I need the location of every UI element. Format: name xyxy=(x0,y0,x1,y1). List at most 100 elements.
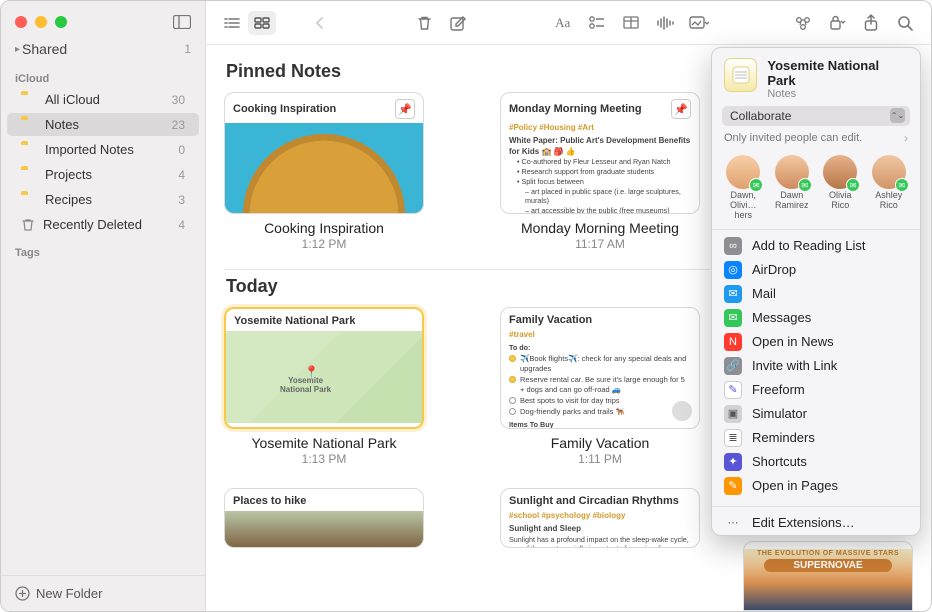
media-button[interactable] xyxy=(685,11,713,35)
sidebar-item-count: 23 xyxy=(172,118,185,132)
search-button[interactable] xyxy=(891,11,919,35)
share-action[interactable]: ✉Messages xyxy=(712,306,920,330)
share-mode-select[interactable]: Collaborate ⌃⌄ xyxy=(722,106,910,126)
share-permissions-row[interactable]: Only invited people can edit. › xyxy=(712,126,920,153)
audio-button[interactable] xyxy=(651,11,679,35)
action-icon: ✎ xyxy=(724,477,742,495)
sidebar-item-count: 0 xyxy=(178,143,185,157)
share-contact[interactable]: ✉Ashley Rico xyxy=(868,155,911,221)
note-card-hike[interactable]: Places to hike xyxy=(224,488,424,548)
sidebar-item-count: 3 xyxy=(178,193,185,207)
share-button[interactable] xyxy=(857,11,885,35)
tags-label: Tags xyxy=(1,237,205,261)
note-thumbnail-image xyxy=(225,123,423,214)
action-icon: 🔗 xyxy=(724,357,742,375)
share-subtitle: Notes xyxy=(767,88,908,100)
action-label: Mail xyxy=(752,286,776,301)
pin-icon[interactable]: 📌 xyxy=(671,99,691,119)
share-contact[interactable]: ✉Dawn Ramirez xyxy=(771,155,814,221)
share-contact[interactable]: ✉Olivia Rico xyxy=(819,155,862,221)
list-view-button[interactable] xyxy=(218,11,246,35)
note-line: Dog-friendly parks and trails 🐕‍🦺 xyxy=(520,407,625,417)
note-time: 1:13 PM xyxy=(224,452,424,466)
sidebar-item-count: 30 xyxy=(172,93,185,107)
chevron-updown-icon: ⌃⌄ xyxy=(890,108,905,123)
lock-button[interactable] xyxy=(823,11,851,35)
sidebar-item-all-icloud[interactable]: All iCloud 30 xyxy=(7,88,199,111)
action-label: Invite with Link xyxy=(752,358,837,373)
note-tags: #school #psychology #biology xyxy=(509,511,691,522)
buy-heading: Items To Buy xyxy=(509,420,691,429)
note-card-yosemite[interactable]: Yosemite National Park 📍 Yosemite Nation… xyxy=(224,307,424,466)
note-heading: Sunlight and Sleep xyxy=(509,524,691,535)
note-tags: #Policy #Housing #Art xyxy=(509,123,691,134)
shared-section[interactable]: ▸ Shared 1 xyxy=(1,35,205,63)
minimize-window-button[interactable] xyxy=(35,16,47,28)
action-label: Edit Extensions… xyxy=(752,515,855,530)
new-note-button[interactable] xyxy=(444,11,472,35)
share-action[interactable]: 🔗 Invite with Link xyxy=(712,354,920,378)
action-label: Freeform xyxy=(752,382,805,397)
notes-app-icon xyxy=(724,58,757,92)
note-line: Reserve rental car. Be sure it's large e… xyxy=(520,375,691,395)
table-button[interactable] xyxy=(617,11,645,35)
action-label: Add to Reading List xyxy=(752,238,865,253)
share-action[interactable]: ✉ Mail xyxy=(712,282,920,306)
edit-extensions-button[interactable]: ⋯ Edit Extensions… xyxy=(712,511,920,535)
share-action[interactable]: ≣Reminders xyxy=(712,426,920,450)
toggle-sidebar-icon[interactable] xyxy=(173,15,191,29)
sidebar-item-notes[interactable]: Notes 23 xyxy=(7,113,199,136)
messages-badge-icon: ✉ xyxy=(895,178,909,192)
note-caption: Family Vacation xyxy=(500,435,700,451)
pin-icon[interactable]: 📌 xyxy=(395,99,415,119)
sidebar-item-recently-deleted[interactable]: Recently Deleted 4 xyxy=(7,213,199,236)
note-line: ✈️Book flights✈️: check for any special … xyxy=(520,354,691,374)
note-card-supernovae[interactable]: THE EVOLUTION OF MASSIVE STARS SUPERNOVA… xyxy=(743,541,913,611)
sidebar-item-imported[interactable]: Imported Notes 0 xyxy=(7,138,199,161)
share-action[interactable]: ✎ Open in Pages xyxy=(712,474,920,498)
gallery-view-button[interactable] xyxy=(248,11,276,35)
checklist-button[interactable] xyxy=(583,11,611,35)
share-action[interactable]: ✎ Freeform xyxy=(712,378,920,402)
share-action[interactable]: ◎AirDrop xyxy=(712,258,920,282)
share-action[interactable]: NOpen in News xyxy=(712,330,920,354)
note-line: • Co-authored by Fleur Lesseur and Ryan … xyxy=(517,157,691,167)
sidebar-item-label: Recently Deleted xyxy=(43,217,142,232)
zoom-window-button[interactable] xyxy=(55,16,67,28)
sidebar-item-projects[interactable]: Projects 4 xyxy=(7,163,199,186)
back-button[interactable] xyxy=(306,11,334,35)
note-caption: Monday Morning Meeting xyxy=(500,220,700,236)
close-window-button[interactable] xyxy=(15,16,27,28)
share-action[interactable]: ∞Add to Reading List xyxy=(712,234,920,258)
sidebar: ▸ Shared 1 iCloud All iCloud 30 Notes 23… xyxy=(1,1,206,611)
sidebar-item-count: 4 xyxy=(178,218,185,232)
action-label: Reminders xyxy=(752,430,815,445)
sidebar-item-label: Projects xyxy=(45,167,92,182)
sidebar-item-count: 4 xyxy=(178,168,185,182)
note-card-cooking[interactable]: Cooking Inspiration 📌 Cooking Inspiratio… xyxy=(224,92,424,251)
link-button[interactable] xyxy=(789,11,817,35)
new-folder-button[interactable]: New Folder xyxy=(1,575,205,611)
delete-button[interactable] xyxy=(410,11,438,35)
todo-heading: To do: xyxy=(509,343,691,353)
note-card-sunlight[interactable]: Sunlight and Circadian Rhythms #school #… xyxy=(500,488,700,548)
share-action[interactable]: ✦Shortcuts xyxy=(712,450,920,474)
share-contact[interactable]: ✉Dawn, Olivi…hers xyxy=(722,155,765,221)
share-action[interactable]: ▣Simulator xyxy=(712,402,920,426)
sidebar-item-label: All iCloud xyxy=(45,92,100,107)
note-card-vacation[interactable]: Family Vacation #travel To do: ✈️Book fl… xyxy=(500,307,700,466)
note-card-meeting[interactable]: Monday Morning Meeting 📌 #Policy #Housin… xyxy=(500,92,700,251)
action-label: Open in Pages xyxy=(752,478,838,493)
sidebar-item-recipes[interactable]: Recipes 3 xyxy=(7,188,199,211)
note-caption: Cooking Inspiration xyxy=(224,220,424,236)
note-line: Sunlight has a profound impact on the sl… xyxy=(509,535,691,548)
action-icon: ✉ xyxy=(724,285,742,303)
folder-icon xyxy=(21,143,37,156)
action-icon: ✎ xyxy=(724,381,742,399)
messages-badge-icon: ✉ xyxy=(846,178,860,192)
note-title: Cooking Inspiration xyxy=(233,103,336,115)
folder-icon xyxy=(21,93,37,106)
format-button[interactable]: Aa xyxy=(549,11,577,35)
note-time: 1:11 PM xyxy=(500,452,700,466)
note-tags: #travel xyxy=(509,330,691,341)
